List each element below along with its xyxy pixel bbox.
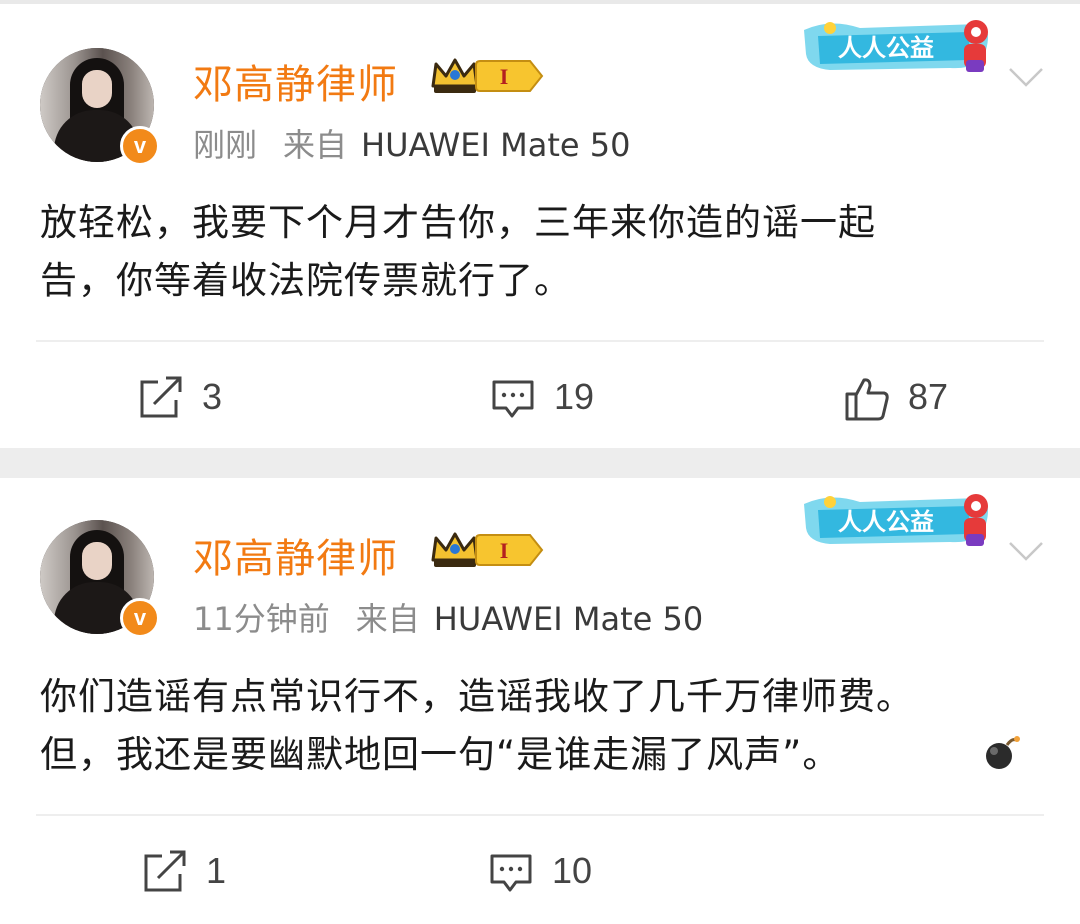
author-name[interactable]: 邓高静律师 (193, 52, 398, 110)
post-content: 放轻松，我要下个月才告你，三年来你造的谣一起 告，你等着收法院传票就行了。 (40, 194, 1050, 310)
like-icon (845, 378, 889, 421)
crown-icon (431, 532, 479, 567)
post-content-line: 但，我还是要幽默地回一句“是谁走漏了风声”。 (40, 726, 1050, 784)
post-content-line: 放轻松，我要下个月才告你，三年来你造的谣一起 (40, 201, 876, 244)
comment-count: 19 (554, 376, 595, 417)
post-content-line: 告，你等着收法院传票就行了。 (40, 259, 572, 302)
post-time: 刚刚 (193, 126, 258, 164)
like-count: 87 (908, 376, 949, 417)
post-content-line: 你们造谣有点常识行不，造谣我收了几千万律师费。 (40, 675, 914, 718)
level-badge: I (475, 534, 544, 566)
repost-count: 3 (202, 376, 223, 417)
divider (36, 340, 1044, 342)
post-time: 11分钟前 (193, 600, 330, 638)
divider (0, 0, 1080, 4)
charity-label: 人人公益 (838, 34, 934, 62)
post-content: 你们造谣有点常识行不，造谣我收了几千万律师费。 但，我还是要幽默地回一句“是谁走… (40, 668, 1050, 784)
post-card[interactable]: v 邓高静律师 I 11分钟前 来自 HUAWEI Mate 50 人人公益 你们造… (0, 478, 1080, 924)
level-badge: I (475, 60, 544, 92)
author-name[interactable]: 邓高静律师 (193, 526, 398, 584)
post-meta: 刚刚 来自 HUAWEI Mate 50 (193, 120, 630, 166)
source-prefix: 来自 (355, 600, 420, 638)
post-content-text: 但，我还是要幽默地回一句“是谁走漏了风声”。 (40, 733, 841, 776)
verified-badge-icon: v (120, 598, 160, 638)
crown-icon (431, 58, 479, 93)
repost-count: 1 (206, 850, 227, 891)
comment-count: 10 (552, 850, 593, 891)
post-meta: 11分钟前 来自 HUAWEI Mate 50 (193, 594, 703, 640)
charity-badge[interactable]: 人人公益 (800, 484, 1000, 554)
source-prefix: 来自 (283, 126, 348, 164)
bomb-emoji (986, 736, 1020, 769)
device-name[interactable]: HUAWEI Mate 50 (361, 126, 630, 164)
repost-icon (140, 376, 182, 418)
chevron-down-icon[interactable] (1006, 64, 1046, 90)
device-name[interactable]: HUAWEI Mate 50 (434, 600, 703, 638)
chevron-down-icon[interactable] (1006, 538, 1046, 564)
comment-icon (490, 854, 532, 892)
charity-badge[interactable]: 人人公益 (800, 10, 1000, 80)
level-label: I (500, 64, 509, 89)
divider (36, 814, 1044, 816)
repost-icon (144, 850, 186, 892)
comment-icon (492, 380, 534, 418)
level-label: I (500, 538, 509, 563)
verified-badge-icon: v (120, 126, 160, 166)
charity-label: 人人公益 (838, 508, 934, 536)
post-card[interactable]: v 邓高静律师 I 刚刚 来自 HUAWEI Mate 50 人人公益 放轻松，我要… (0, 0, 1080, 448)
